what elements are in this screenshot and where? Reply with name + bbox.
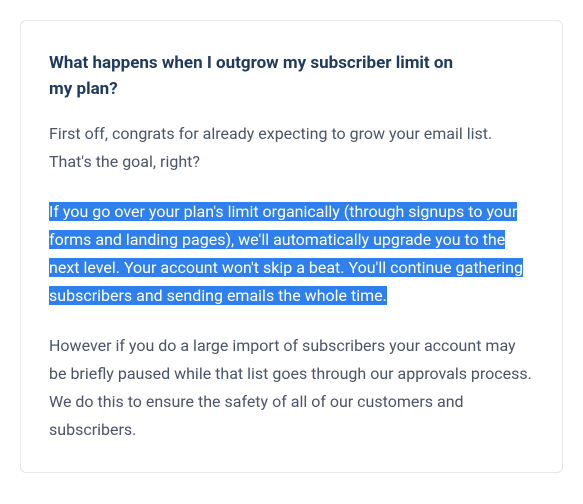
faq-paragraph-2: If you go over your plan's limit organic… bbox=[49, 198, 534, 310]
faq-heading: What happens when I outgrow my subscribe… bbox=[49, 51, 469, 102]
highlighted-text: If you go over your plan's limit organic… bbox=[49, 202, 523, 305]
faq-paragraph-3: However if you do a large import of subs… bbox=[49, 332, 534, 444]
faq-paragraph-1: First off, congrats for already expectin… bbox=[49, 120, 534, 176]
faq-card: What happens when I outgrow my subscribe… bbox=[20, 20, 563, 473]
